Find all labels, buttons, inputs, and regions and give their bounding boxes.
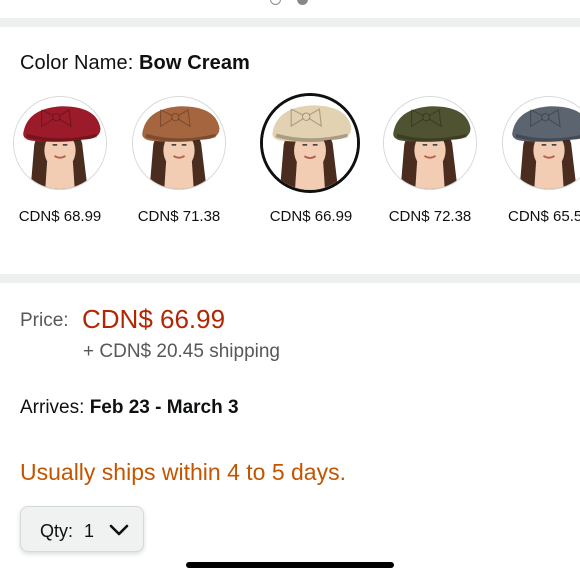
beret-model-image bbox=[263, 96, 357, 190]
beret-model-image bbox=[14, 97, 106, 189]
color-swatch-list: CDN$ 68.99 CDN$ 71.38 CDN$ 66.99 CDN$ 72… bbox=[0, 93, 580, 236]
delivery-dates: Feb 23 - March 3 bbox=[89, 397, 239, 418]
selected-color-name: Bow Cream bbox=[139, 52, 250, 74]
availability-message: Usually ships within 4 to 5 days. bbox=[20, 459, 346, 485]
swatch-image[interactable] bbox=[260, 93, 360, 193]
section-divider bbox=[0, 18, 580, 27]
swatch-price: CDN$ 66.99 bbox=[269, 208, 353, 225]
beret-model-image bbox=[133, 97, 225, 189]
swatch-image[interactable] bbox=[383, 96, 477, 190]
beret-model-image bbox=[503, 97, 580, 189]
section-divider bbox=[0, 274, 580, 283]
price-value: CDN$ 66.99 bbox=[82, 304, 226, 334]
color-name-label: Color Name: Bow Cream bbox=[20, 52, 250, 74]
chevron-down-icon bbox=[109, 524, 129, 536]
shipping-cost: + CDN$ 20.45 shipping bbox=[83, 341, 280, 362]
carousel-dot[interactable] bbox=[270, 0, 281, 5]
swatch-price: CDN$ 72.38 bbox=[388, 208, 472, 225]
delivery-estimate: Arrives: Feb 23 - March 3 bbox=[20, 397, 239, 418]
quantity-label: Qty: bbox=[40, 521, 74, 541]
home-indicator bbox=[186, 562, 394, 568]
swatch-price: CDN$ 68.99 bbox=[18, 208, 102, 225]
carousel-dot-active[interactable] bbox=[297, 0, 308, 5]
quantity-value: 1 bbox=[84, 521, 95, 541]
price-label: Price: bbox=[20, 310, 69, 331]
swatch-image[interactable] bbox=[502, 96, 580, 190]
swatch-image[interactable] bbox=[132, 96, 226, 190]
swatch-price: CDN$ 65.5 bbox=[508, 208, 580, 225]
carousel-indicator bbox=[0, 0, 580, 6]
swatch-price: CDN$ 71.38 bbox=[137, 208, 221, 225]
quantity-dropdown[interactable]: Qty: 1 bbox=[20, 506, 144, 552]
swatch-image[interactable] bbox=[13, 96, 107, 190]
beret-model-image bbox=[384, 97, 476, 189]
